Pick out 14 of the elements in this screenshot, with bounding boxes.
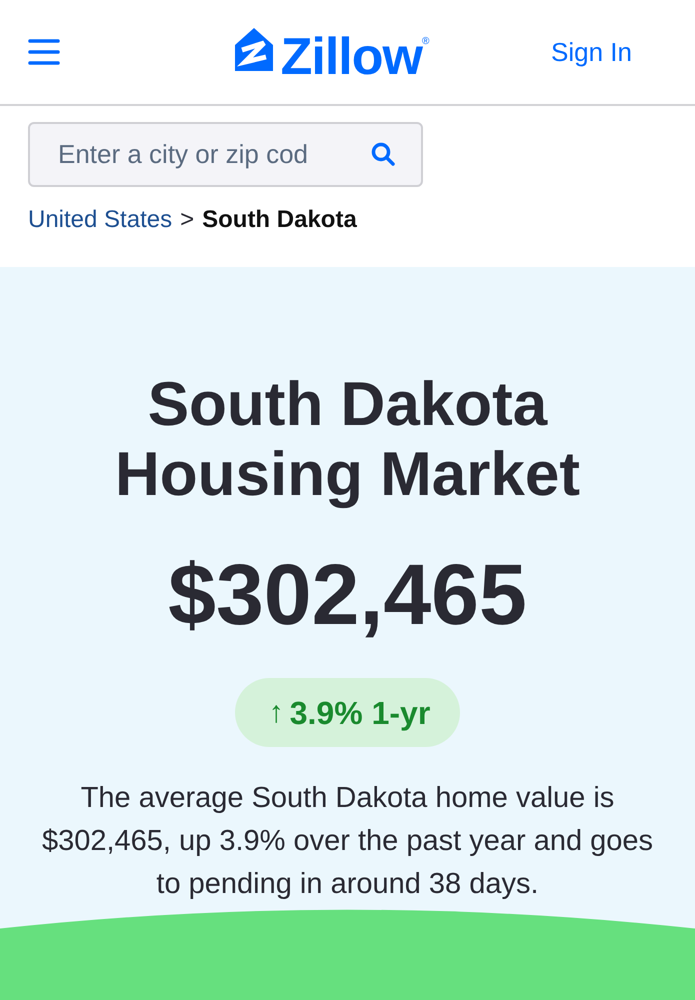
home-value: $302,465 — [168, 546, 527, 645]
page-title: South Dakota Housing Market — [114, 370, 582, 510]
logo-text[interactable]: Zillow$^{®}$ — [280, 14, 430, 84]
trend-arrow: ↑ — [268, 694, 284, 730]
sign-in-link[interactable]: Sign In — [551, 36, 632, 68]
summary-text: The average South Dakota home value is $302,465, up 3.9% over the past year and goes to pending in around 38 days. — [40, 781, 654, 902]
search-icon[interactable] — [371, 142, 395, 166]
house-logo-icon[interactable] — [234, 28, 273, 70]
menu-icon[interactable] — [28, 39, 60, 65]
search-field[interactable]: Enter a city or zip cod — [28, 122, 423, 187]
breadcrumb-current: South Dakota — [202, 205, 357, 235]
change-text: 3.9% 1-yr — [290, 694, 430, 732]
breadcrumb-link[interactable]: United States — [28, 205, 172, 235]
breadcrumb-separator: > — [180, 205, 194, 235]
